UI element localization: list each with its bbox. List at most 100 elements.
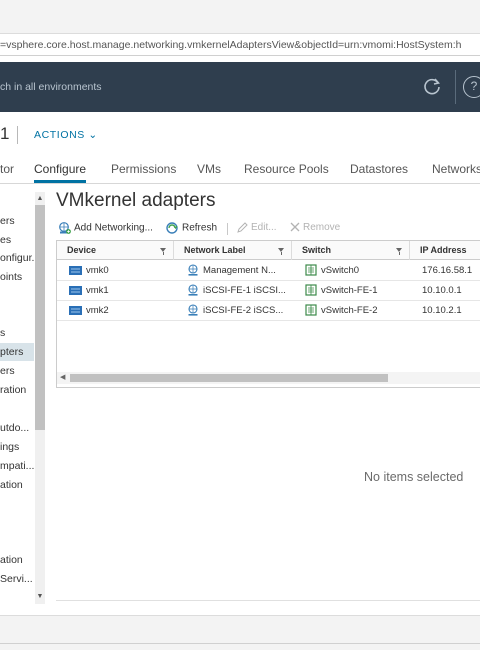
sidebar-item[interactable]: oints [0,268,34,286]
vmkernel-adapters-grid: Device Network Label Switch IP Address v… [56,240,480,388]
column-header-network-label[interactable]: Network Label [174,241,292,260]
adapters-toolbar: Add Networking... Refresh Edit... Remove [56,220,480,238]
device-cell: vmk2 [69,301,169,321]
network-adapter-icon [69,305,82,315]
column-header-ip-address[interactable]: IP Address [410,241,480,260]
ip-address-cell: 10.10.2.1 [422,305,462,316]
sidebar-item[interactable]: ers [0,362,34,380]
network-label: iSCSI-FE-2 iSCS... [203,305,284,316]
column-header-device[interactable]: Device [57,241,174,260]
filter-icon[interactable] [396,248,402,255]
switch-cell: vSwitch0 [305,261,405,281]
network-label-cell: Management N... [187,261,287,281]
refresh-network-icon [166,222,178,234]
table-row[interactable]: vmk1 iSCSI-FE-1 iSCSI... vSwitch-FE-1 10… [57,281,480,301]
footer-divider [0,643,480,644]
grid-header: Device Network Label Switch IP Address [57,241,480,260]
object-title-row: 1 ACTIONS ⌄ [0,124,480,146]
sidebar-item[interactable]: ings [0,438,34,456]
device-name: vmk2 [86,305,109,316]
refresh-icon[interactable] [421,75,443,97]
network-label: Management N... [203,265,276,276]
scroll-left-arrow-icon[interactable]: ◀ [60,372,65,384]
sidebar-item[interactable]: Servi... [0,570,34,588]
vswitch-icon [305,284,317,297]
refresh-button[interactable]: Refresh [166,222,217,234]
detail-empty-message: No items selected [364,470,464,484]
tab-resource-pools[interactable]: Resource Pools [244,162,329,176]
close-icon [290,222,300,232]
grid-horizontal-scroll-thumb[interactable] [70,374,388,382]
filter-icon[interactable] [160,248,166,255]
switch-name: vSwitch-FE-2 [321,305,378,316]
table-row[interactable]: vmk2 iSCSI-FE-2 iSCS... vSwitch-FE-2 10.… [57,301,480,321]
vswitch-icon [305,304,317,317]
help-icon[interactable]: ? [463,76,480,98]
network-label-cell: iSCSI-FE-2 iSCS... [187,301,287,321]
column-header-label: IP Address [420,245,467,255]
global-search-input[interactable]: ch in all environments [0,81,102,93]
column-header-label: Switch [302,245,332,255]
scroll-up-arrow-icon[interactable]: ▲ [35,194,45,204]
vswitch-icon [305,264,317,277]
table-row[interactable]: vmk0 Management N... vSwitch0 176.16.58.… [57,261,480,281]
ip-address-cell: 10.10.0.1 [422,285,462,296]
tab-datastores[interactable]: Datastores [350,162,408,176]
sidebar-item[interactable]: s [0,324,34,342]
add-networking-label: Add Networking... [74,222,153,234]
tab-networks[interactable]: Networks [432,162,480,176]
remove-label: Remove [303,222,341,233]
header-divider [455,70,456,104]
device-cell: vmk1 [69,281,169,301]
address-bar[interactable]: =vsphere.core.host.manage.networking.vmk… [0,34,480,56]
actions-menu-button[interactable]: ACTIONS ⌄ [34,129,98,141]
device-name: vmk0 [86,265,109,276]
network-adapter-icon [69,285,82,295]
object-title: 1 [0,124,10,143]
network-label-cell: iSCSI-FE-1 iSCSI... [187,281,287,301]
sidebar-item[interactable]: ers [0,212,34,230]
filter-icon[interactable] [278,248,284,255]
device-name: vmk1 [86,285,109,296]
switch-cell: vSwitch-FE-2 [305,301,405,321]
device-cell: vmk0 [69,261,169,281]
refresh-label: Refresh [182,222,218,234]
tab-monitor[interactable]: tor [0,162,14,176]
sidebar-item[interactable]: ation [0,476,34,494]
sidebar-item[interactable]: ation [0,551,34,569]
port-group-icon [188,264,198,277]
port-group-icon [188,304,198,317]
network-adapter-icon [69,265,82,275]
tab-vms[interactable]: VMs [197,162,221,176]
switch-name: vSwitch-FE-1 [321,285,378,296]
sidebar-item[interactable]: onfigur... [0,249,34,267]
remove-button[interactable]: Remove [290,222,340,233]
sidebar-scroll-thumb[interactable] [35,205,45,430]
address-bar-text: =vsphere.core.host.manage.networking.vmk… [0,39,462,51]
content-bottom-divider [56,600,480,601]
toolbar-separator [227,223,228,235]
edit-label: Edit... [251,222,277,234]
column-header-label: Device [67,245,97,255]
sidebar-item-vmkernel-adapters[interactable]: pters [0,343,34,361]
app-header: ch in all environments ? [0,62,480,112]
add-networking-button[interactable]: Add Networking... [58,222,153,234]
add-network-icon [59,222,71,234]
network-label: iSCSI-FE-1 iSCSI... [203,285,286,296]
tab-permissions[interactable]: Permissions [111,162,176,176]
port-group-icon [188,284,198,297]
column-header-label: Network Label [184,245,246,255]
object-tabs: tor Configure Permissions VMs Resource P… [0,158,480,184]
scroll-down-arrow-icon[interactable]: ▼ [35,592,45,602]
sidebar-item[interactable]: es [0,231,34,249]
sidebar-item[interactable]: mpati... [0,457,34,475]
column-header-switch[interactable]: Switch [292,241,410,260]
bottom-panel [0,615,480,650]
switch-name: vSwitch0 [321,265,360,276]
ip-address-cell: 176.16.58.1 [422,265,473,276]
tab-configure[interactable]: Configure [34,162,87,183]
edit-button[interactable]: Edit... [237,222,277,233]
sidebar-item[interactable]: ration [0,381,34,399]
page-title: VMkernel adapters [56,190,216,211]
sidebar-item[interactable]: utdo... [0,419,34,437]
